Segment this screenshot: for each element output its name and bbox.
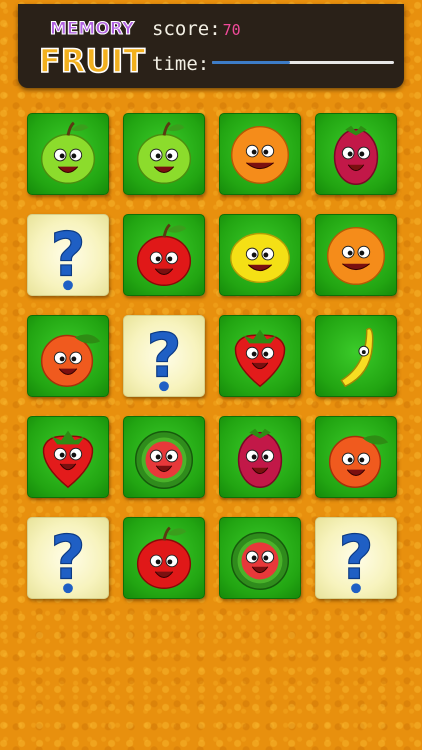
watermelon-icon xyxy=(230,531,290,590)
apple-green-icon xyxy=(40,121,96,184)
banana-icon xyxy=(340,327,374,388)
card-peach[interactable] xyxy=(27,315,109,397)
card-lemon[interactable] xyxy=(219,214,301,296)
card-apple-red[interactable] xyxy=(123,517,205,599)
svg-text:?: ? xyxy=(338,523,373,593)
question-mark-icon: ? xyxy=(146,321,182,392)
raspberry-icon xyxy=(237,428,283,488)
card-raspberry[interactable] xyxy=(315,113,397,195)
question-mark-icon: ? xyxy=(50,220,86,291)
question-mark-icon: ? xyxy=(50,523,86,594)
card-apple-green[interactable] xyxy=(123,113,205,195)
memory-fruit-logo: MEMORY FRUIT xyxy=(38,19,146,81)
card-banana[interactable] xyxy=(315,315,397,397)
score-display: score: 70 xyxy=(152,18,241,44)
card-orange[interactable] xyxy=(219,113,301,195)
card-strawberry[interactable] xyxy=(27,416,109,498)
card-raspberry[interactable] xyxy=(219,416,301,498)
card-hidden[interactable]: ? xyxy=(315,517,397,599)
time-progress-fill xyxy=(212,61,291,64)
svg-text:?: ? xyxy=(50,523,85,593)
raspberry-icon xyxy=(333,125,379,185)
card-watermelon[interactable] xyxy=(123,416,205,498)
card-hidden[interactable]: ? xyxy=(27,214,109,296)
card-strawberry[interactable] xyxy=(219,315,301,397)
svg-text:?: ? xyxy=(146,321,181,391)
card-apple-red[interactable] xyxy=(123,214,205,296)
orange-icon xyxy=(230,125,290,184)
score-value: 70 xyxy=(222,21,241,39)
time-progress-bar xyxy=(212,61,394,64)
logo-line-memory: MEMORY xyxy=(50,19,135,39)
watermelon-icon xyxy=(134,430,194,489)
apple-red-icon xyxy=(136,223,192,286)
strawberry-icon xyxy=(42,430,94,489)
peach-icon xyxy=(40,334,101,387)
card-peach[interactable] xyxy=(315,416,397,498)
card-apple-green[interactable] xyxy=(27,113,109,195)
orange-icon xyxy=(326,226,386,285)
card-orange[interactable] xyxy=(315,214,397,296)
svg-text:?: ? xyxy=(50,220,85,290)
strawberry-icon xyxy=(234,329,286,388)
apple-green-icon xyxy=(136,121,192,184)
lemon-icon xyxy=(230,232,290,284)
card-grid: ? ? ? ? xyxy=(27,113,397,603)
score-label: score: xyxy=(152,18,221,40)
question-mark-icon: ? xyxy=(338,523,374,594)
logo-line-fruit: FRUIT xyxy=(39,42,145,80)
apple-red-icon xyxy=(136,526,192,589)
card-hidden[interactable]: ? xyxy=(27,517,109,599)
card-watermelon[interactable] xyxy=(219,517,301,599)
time-label: time: xyxy=(152,53,210,75)
card-hidden[interactable]: ? xyxy=(123,315,205,397)
game-header: MEMORY FRUIT score: 70 time: xyxy=(18,4,404,88)
peach-icon xyxy=(328,435,389,488)
